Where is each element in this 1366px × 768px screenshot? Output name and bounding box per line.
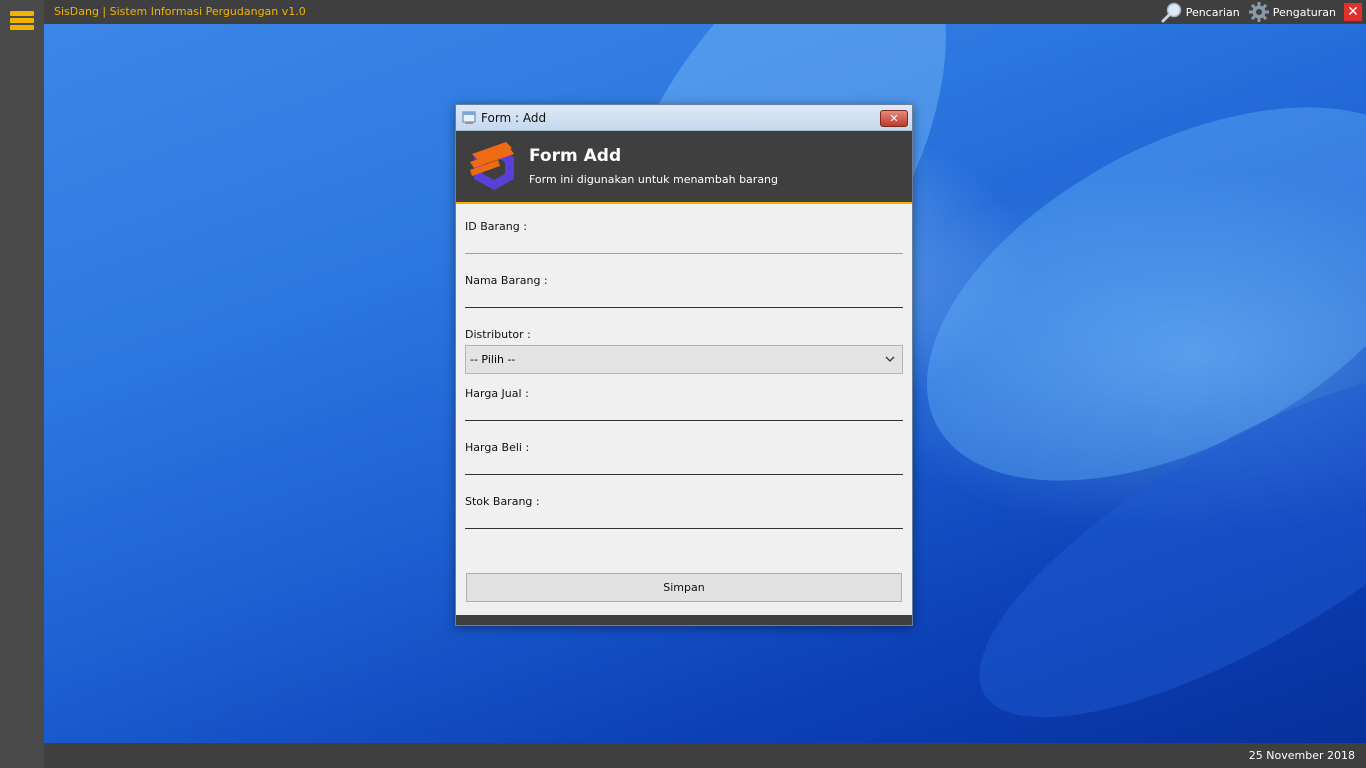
status-bar: 25 November 2018 bbox=[44, 743, 1366, 768]
logo-icon bbox=[470, 142, 514, 190]
dialog-header: Form Add Form ini digunakan untuk menamb… bbox=[456, 131, 912, 204]
harga-jual-input[interactable] bbox=[465, 393, 903, 421]
form-add-dialog: Form : Add ✕ Form Add Form ini digunakan… bbox=[455, 104, 913, 626]
settings-button[interactable]: Pengaturan bbox=[1248, 1, 1336, 23]
header-title: Form Add bbox=[529, 146, 622, 166]
search-label: Pencarian bbox=[1185, 5, 1240, 19]
settings-label: Pengaturan bbox=[1272, 5, 1336, 19]
close-icon: ✕ bbox=[889, 112, 899, 125]
app-title: SisDang | Sistem Informasi Pergudangan v… bbox=[54, 5, 306, 18]
menu-icon-bar bbox=[10, 25, 34, 30]
distributor-selected-value: -- Pilih -- bbox=[470, 353, 516, 366]
header-subtitle: Form ini digunakan untuk menambah barang bbox=[529, 173, 779, 186]
stok-barang-input[interactable] bbox=[465, 501, 903, 529]
search-button[interactable]: Pencarian bbox=[1161, 1, 1240, 23]
chevron-down-icon bbox=[885, 356, 895, 362]
dialog-titlebar[interactable]: Form : Add ✕ bbox=[456, 105, 912, 131]
dialog-close-button[interactable]: ✕ bbox=[880, 110, 908, 127]
sidebar bbox=[0, 0, 44, 768]
nama-barang-input[interactable] bbox=[465, 280, 903, 308]
menu-icon-bar bbox=[10, 18, 34, 23]
id-barang-input[interactable] bbox=[465, 226, 903, 254]
menu-icon-bar bbox=[10, 11, 34, 16]
status-date: 25 November 2018 bbox=[1248, 749, 1355, 762]
distributor-select[interactable]: -- Pilih -- bbox=[465, 345, 903, 374]
gear-icon bbox=[1248, 2, 1269, 22]
harga-beli-input[interactable] bbox=[465, 447, 903, 475]
menu-icon[interactable] bbox=[10, 11, 34, 33]
close-app-button[interactable]: ✕ bbox=[1344, 3, 1362, 21]
close-icon: ✕ bbox=[1347, 4, 1359, 20]
dialog-footer-bar bbox=[456, 615, 912, 625]
save-button[interactable]: Simpan bbox=[466, 573, 902, 602]
window-icon bbox=[462, 111, 476, 124]
distributor-label: Distributor : bbox=[465, 328, 531, 341]
dialog-title: Form : Add bbox=[481, 110, 547, 125]
search-icon bbox=[1161, 2, 1181, 23]
top-bar: SisDang | Sistem Informasi Pergudangan v… bbox=[0, 0, 1366, 24]
top-actions: Pencarian Pengaturan ✕ bbox=[1161, 0, 1366, 24]
